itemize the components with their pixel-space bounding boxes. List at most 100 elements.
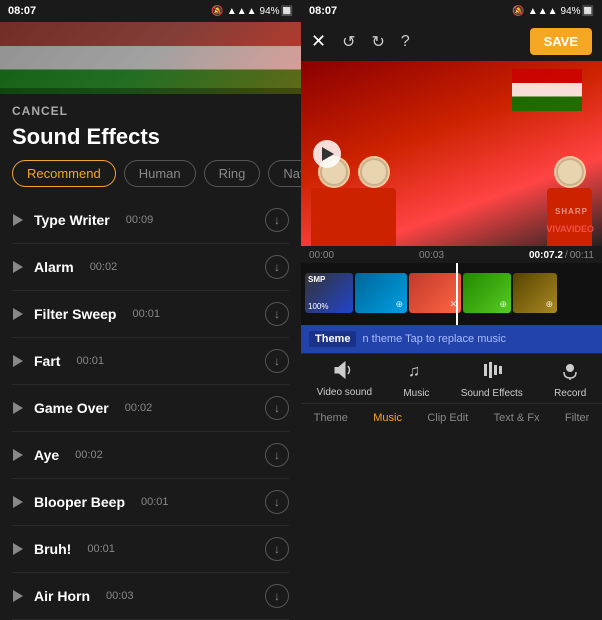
sound-item-left: Type Writer 00:09 bbox=[12, 212, 265, 228]
play-button[interactable] bbox=[12, 449, 24, 461]
cancel-button[interactable]: CANCEL bbox=[0, 94, 301, 122]
tool-sound-effects[interactable]: Sound Effects bbox=[461, 360, 523, 399]
play-triangle-icon bbox=[322, 147, 334, 161]
save-button[interactable]: SAVE bbox=[530, 28, 592, 55]
left-status-bar: 08:07 🔕 ▲▲▲ 94% 🔲 bbox=[0, 0, 301, 22]
download-button[interactable]: ↓ bbox=[265, 302, 289, 326]
download-button[interactable]: ↓ bbox=[265, 208, 289, 232]
list-item[interactable]: Type Writer 00:09 ↓ bbox=[12, 197, 289, 244]
nav-label-theme: Theme bbox=[314, 412, 348, 424]
sound-effects-icon bbox=[482, 360, 502, 385]
right-panel: 08:07 🔕 ▲▲▲ 94% 🔲 ✕ ↺ ↻ ? SAVE bbox=[301, 0, 602, 620]
clip-5[interactable]: ⊕ bbox=[513, 273, 557, 313]
list-item[interactable]: Bruh! 00:01 ↓ bbox=[12, 526, 289, 573]
clip-3[interactable]: ✕ bbox=[409, 273, 461, 313]
close-button[interactable]: ✕ bbox=[311, 31, 326, 52]
right-status-bar: 08:07 🔕 ▲▲▲ 94% 🔲 bbox=[301, 0, 602, 22]
time-bar: 00:00 00:03 00:07.2 / 00:11 bbox=[301, 246, 602, 263]
sound-duration: 00:02 bbox=[75, 449, 103, 461]
download-icon: ↓ bbox=[274, 214, 280, 226]
figure-2 bbox=[351, 156, 396, 246]
time-start: 00:00 bbox=[309, 250, 334, 261]
clip-pct: 100% bbox=[308, 302, 328, 311]
tool-music[interactable]: ♫ Music bbox=[403, 360, 429, 399]
clip-icon-2: ⊕ bbox=[395, 299, 403, 310]
sound-item-left: Bruh! 00:01 bbox=[12, 541, 265, 557]
list-item[interactable]: Blooper Beep 00:01 ↓ bbox=[12, 479, 289, 526]
tool-label-music: Music bbox=[403, 388, 429, 399]
theme-label: Theme bbox=[309, 331, 356, 347]
download-button[interactable]: ↓ bbox=[265, 349, 289, 373]
download-button[interactable]: ↓ bbox=[265, 584, 289, 608]
sharp-logo: SHARP bbox=[555, 207, 588, 216]
download-icon: ↓ bbox=[274, 402, 280, 414]
list-item[interactable]: Game Over 00:02 ↓ bbox=[12, 385, 289, 432]
video-play-button[interactable] bbox=[313, 140, 341, 168]
clip-4[interactable]: ⊕ bbox=[463, 273, 511, 313]
signal-icon: ▲▲▲ bbox=[528, 6, 558, 17]
bottom-tools: Video sound ♫ Music Sound Effects bbox=[301, 353, 602, 403]
tab-human[interactable]: Human bbox=[124, 160, 196, 187]
video-play-overlay[interactable] bbox=[313, 140, 341, 168]
play-button[interactable] bbox=[12, 214, 24, 226]
nav-music[interactable]: Music bbox=[365, 410, 410, 426]
mask bbox=[556, 158, 584, 186]
figure-body bbox=[547, 188, 592, 246]
time-total: 00:11 bbox=[570, 250, 594, 261]
sound-name: Filter Sweep bbox=[34, 306, 116, 322]
bottom-nav: Theme Music Clip Edit Text & Fx Filter bbox=[301, 403, 602, 430]
video-sound-icon bbox=[333, 361, 355, 384]
list-item[interactable]: Air Horn 00:03 ↓ bbox=[12, 573, 289, 620]
watermark: VIVAVIDEO bbox=[546, 224, 594, 234]
clip-1[interactable]: SMP 100% bbox=[305, 273, 353, 313]
music-icon: ♫ bbox=[406, 360, 426, 385]
nav-filter[interactable]: Filter bbox=[557, 410, 597, 426]
undo-button[interactable]: ↺ bbox=[342, 32, 355, 52]
filter-tabs: Recommend Human Ring Nature bbox=[0, 160, 301, 197]
list-item[interactable]: Aye 00:02 ↓ bbox=[12, 432, 289, 479]
play-button[interactable] bbox=[12, 308, 24, 320]
timeline-cursor bbox=[456, 263, 458, 325]
time-current: 00:07.2 bbox=[529, 250, 563, 261]
download-button[interactable]: ↓ bbox=[265, 537, 289, 561]
top-bar-controls: ✕ ↺ ↻ ? bbox=[311, 31, 410, 52]
list-item[interactable]: Fart 00:01 ↓ bbox=[12, 338, 289, 385]
play-button[interactable] bbox=[12, 355, 24, 367]
clip-2[interactable]: ⊕ bbox=[355, 273, 407, 313]
list-item[interactable]: Filter Sweep 00:01 ↓ bbox=[12, 291, 289, 338]
timeline-area[interactable]: SMP 100% ⊕ ✕ ⊕ ⊕ bbox=[301, 263, 602, 325]
nav-text-fx[interactable]: Text & Fx bbox=[486, 410, 548, 426]
download-icon: ↓ bbox=[274, 261, 280, 273]
help-button[interactable]: ? bbox=[401, 33, 410, 51]
panel-title: Sound Effects bbox=[0, 122, 301, 160]
nav-clip-edit[interactable]: Clip Edit bbox=[419, 410, 476, 426]
download-button[interactable]: ↓ bbox=[265, 396, 289, 420]
download-icon: ↓ bbox=[274, 449, 280, 461]
tool-video-sound[interactable]: Video sound bbox=[317, 361, 372, 398]
download-button[interactable]: ↓ bbox=[265, 490, 289, 514]
nav-label-text-fx: Text & Fx bbox=[494, 412, 540, 424]
play-button[interactable] bbox=[12, 543, 24, 555]
list-item[interactable]: Alarm 00:02 ↓ bbox=[12, 244, 289, 291]
tab-recommend[interactable]: Recommend bbox=[12, 160, 116, 187]
nav-label-clip-edit: Clip Edit bbox=[427, 412, 468, 424]
play-button[interactable] bbox=[12, 496, 24, 508]
time-mid: 00:03 bbox=[419, 250, 444, 261]
tool-record[interactable]: Record bbox=[554, 360, 586, 399]
nav-theme[interactable]: Theme bbox=[306, 410, 356, 426]
play-button[interactable] bbox=[12, 261, 24, 273]
tab-nature[interactable]: Nature bbox=[268, 160, 301, 187]
play-button[interactable] bbox=[12, 402, 24, 414]
play-button[interactable] bbox=[12, 590, 24, 602]
download-button[interactable]: ↓ bbox=[265, 255, 289, 279]
download-icon: ↓ bbox=[274, 308, 280, 320]
download-button[interactable]: ↓ bbox=[265, 443, 289, 467]
left-thumbnail bbox=[0, 22, 301, 94]
sound-duration: 00:09 bbox=[126, 214, 154, 226]
download-icon: ↓ bbox=[274, 496, 280, 508]
sound-name: Bruh! bbox=[34, 541, 71, 557]
sound-item-left: Game Over 00:02 bbox=[12, 400, 265, 416]
redo-button[interactable]: ↻ bbox=[372, 32, 385, 52]
tab-ring[interactable]: Ring bbox=[204, 160, 261, 187]
nav-label-filter: Filter bbox=[565, 412, 589, 424]
